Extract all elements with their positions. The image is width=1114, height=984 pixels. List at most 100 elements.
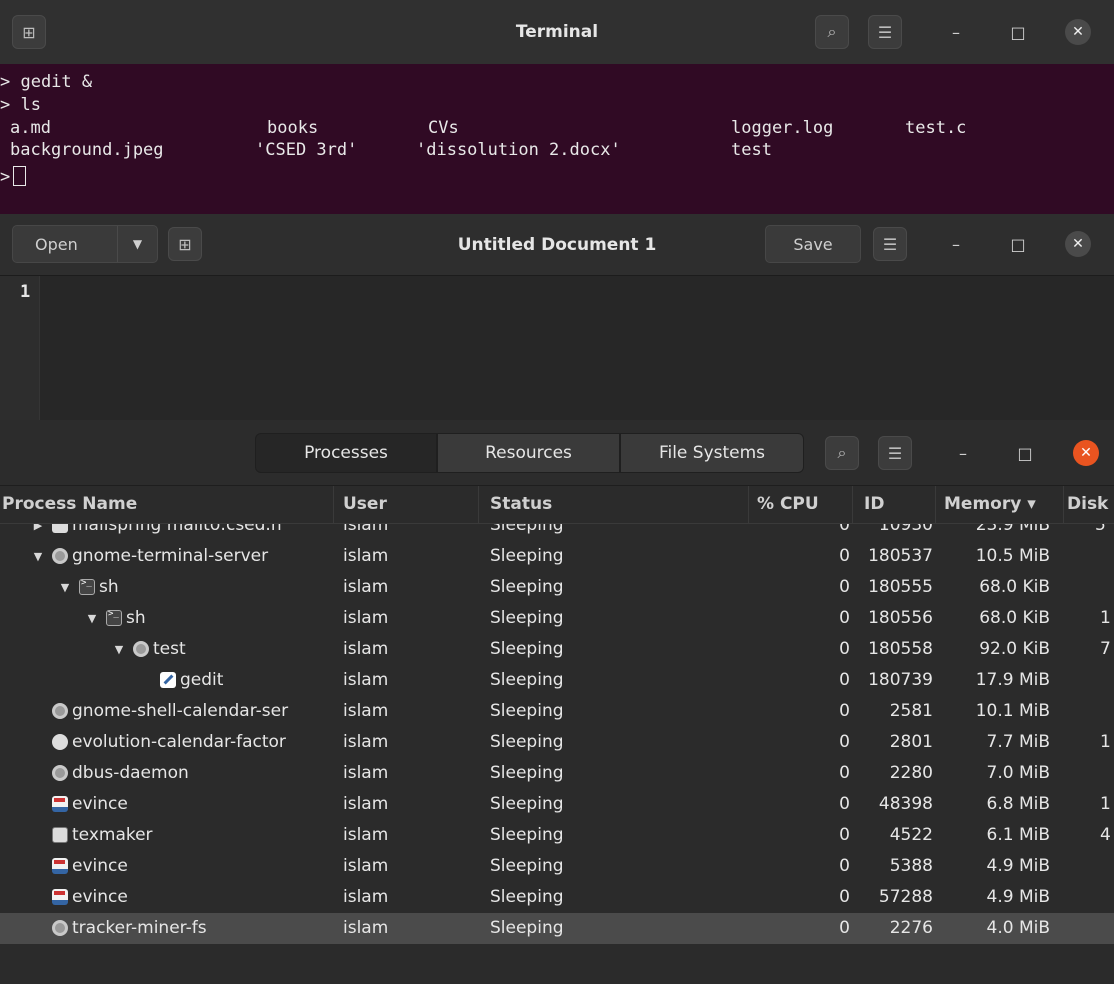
memory-cell: 6.1 MiB: [986, 825, 1051, 845]
column-user[interactable]: User: [343, 494, 387, 514]
status-cell: Sleeping: [490, 670, 564, 690]
chevron-down-icon[interactable]: ▼: [84, 612, 100, 625]
process-name-cell: evince: [30, 794, 330, 814]
process-name-cell: dbus-daemon: [30, 763, 330, 783]
chevron-down-icon[interactable]: ▼: [57, 581, 73, 594]
maximize-icon[interactable]: □: [1005, 19, 1031, 45]
id-cell: 10930: [878, 524, 933, 535]
column-cpu[interactable]: % CPU: [757, 494, 819, 514]
new-tab-icon[interactable]: ⊞: [12, 15, 46, 49]
process-name: texmaker: [72, 825, 153, 845]
minimize-icon[interactable]: –: [943, 19, 969, 45]
hamburger-menu-icon[interactable]: ☰: [878, 436, 912, 470]
ls-entry: test: [731, 140, 772, 160]
text-editor-area[interactable]: [41, 276, 1114, 434]
tab-processes[interactable]: Processes: [255, 433, 437, 473]
chevron-down-icon[interactable]: ▼: [117, 226, 157, 262]
user-cell: islam: [343, 524, 389, 535]
column-status[interactable]: Status: [490, 494, 552, 514]
table-row[interactable]: gedit islam Sleeping 0 180739 17.9 MiB: [0, 665, 1114, 696]
memory-cell: 10.5 MiB: [975, 546, 1050, 566]
table-row[interactable]: gnome-shell-calendar-ser islam Sleeping 0 25…: [0, 696, 1114, 727]
id-cell: 57288: [878, 887, 933, 907]
line-number-gutter: 1: [0, 276, 40, 434]
tab-file-systems[interactable]: File Systems: [620, 433, 804, 473]
cpu-cell: 0: [839, 546, 850, 566]
table-row[interactable]: ▶ mailspring mailto:csed.n islam Sleepin…: [0, 524, 1114, 541]
hamburger-menu-icon[interactable]: ☰: [868, 15, 902, 49]
id-cell: 4522: [889, 825, 933, 845]
ls-entry: logger.log: [731, 118, 834, 138]
maximize-icon[interactable]: □: [1012, 440, 1038, 466]
process-name-cell: gedit: [138, 670, 330, 690]
close-icon[interactable]: ✕: [1065, 231, 1091, 257]
search-icon[interactable]: ⌕: [825, 436, 859, 470]
cpu-cell: 0: [839, 639, 850, 659]
tab-resources[interactable]: Resources: [437, 433, 620, 473]
memory-cell: 17.9 MiB: [975, 670, 1050, 690]
process-name: gedit: [180, 670, 224, 690]
id-cell: 180739: [868, 670, 933, 690]
chevron-right-icon[interactable]: ▶: [30, 524, 46, 532]
cpu-cell: 0: [839, 763, 850, 783]
table-row[interactable]: evince islam Sleeping 0 57288 4.9 MiB: [0, 882, 1114, 913]
column-id[interactable]: ID: [864, 494, 884, 514]
table-row[interactable]: ▼ gnome-terminal-server islam Sleeping 0 1805…: [0, 541, 1114, 572]
minimize-icon[interactable]: –: [950, 440, 976, 466]
process-table[interactable]: ▶ mailspring mailto:csed.n islam Sleepin…: [0, 524, 1114, 984]
save-button[interactable]: Save: [765, 225, 861, 263]
chevron-down-icon[interactable]: ▼: [111, 643, 127, 656]
prompt-symbol: >: [0, 167, 11, 187]
terminal-titlebar[interactable]: ⊞ Terminal ⌕ ☰ – □ ✕: [0, 0, 1114, 64]
cpu-cell: 0: [839, 577, 850, 597]
table-row[interactable]: evince islam Sleeping 0 48398 6.8 MiB 1: [0, 789, 1114, 820]
id-cell: 180537: [868, 546, 933, 566]
maximize-icon[interactable]: □: [1005, 231, 1031, 257]
table-row[interactable]: ▼ sh islam Sleeping 0 180555 68.0 KiB: [0, 572, 1114, 603]
user-cell: islam: [343, 577, 389, 597]
id-cell: 180555: [868, 577, 933, 597]
process-table-header: Process Name User Status % CPU ID Memory…: [0, 486, 1114, 524]
status-cell: Sleeping: [490, 524, 564, 535]
process-name: gnome-shell-calendar-ser: [72, 701, 289, 721]
close-icon[interactable]: ✕: [1065, 19, 1091, 45]
table-row[interactable]: evolution-calendar-factor islam Sleeping 0 2…: [0, 727, 1114, 758]
table-row[interactable]: ▼ sh islam Sleeping 0 180556 68.0 KiB 1: [0, 603, 1114, 634]
memory-cell: 68.0 KiB: [979, 577, 1050, 597]
hamburger-menu-icon[interactable]: ☰: [873, 227, 907, 261]
user-cell: islam: [343, 918, 389, 938]
cpu-cell: 0: [839, 670, 850, 690]
cpu-cell: 0: [839, 856, 850, 876]
chevron-down-icon[interactable]: ▼: [30, 550, 46, 563]
column-process-name[interactable]: Process Name: [2, 494, 137, 514]
table-row[interactable]: evince islam Sleeping 0 5388 4.9 MiB: [0, 851, 1114, 882]
process-name: evolution-calendar-factor: [72, 732, 286, 752]
new-tab-icon[interactable]: ⊞: [168, 227, 202, 261]
column-disk[interactable]: Disk: [1067, 494, 1108, 514]
table-row[interactable]: ▼ test islam Sleeping 0 180558 92.0 KiB 7: [0, 634, 1114, 665]
cpu-cell: 0: [839, 887, 850, 907]
cpu-cell: 0: [839, 732, 850, 752]
process-name-cell: evince: [30, 887, 330, 907]
text-editor-icon: [160, 672, 176, 688]
open-button[interactable]: Open: [13, 235, 117, 254]
user-cell: islam: [343, 670, 389, 690]
process-name-cell: ▶ mailspring mailto:csed.n: [30, 524, 330, 535]
cpu-cell: 0: [839, 825, 850, 845]
table-row[interactable]: dbus-daemon islam Sleeping 0 2280 7.0 MiB: [0, 758, 1114, 789]
table-row[interactable]: tracker-miner-fs islam Sleeping 0 2276 4.0 Mi…: [0, 913, 1114, 944]
terminal-line: > gedit &: [0, 72, 93, 92]
memory-cell: 92.0 KiB: [979, 639, 1050, 659]
table-row[interactable]: texmaker islam Sleeping 0 4522 6.1 MiB 4: [0, 820, 1114, 851]
close-icon[interactable]: ✕: [1073, 440, 1099, 466]
evolution-icon: [52, 734, 68, 750]
column-memory[interactable]: Memory ▾: [944, 494, 1036, 514]
sysmon-titlebar[interactable]: Processes Resources File Systems ⌕ ☰ – □…: [0, 420, 1114, 486]
search-icon[interactable]: ⌕: [815, 15, 849, 49]
minimize-icon[interactable]: –: [943, 231, 969, 257]
terminal-output[interactable]: > gedit & > ls a.md books CVs logger.log…: [0, 66, 1114, 216]
user-cell: islam: [343, 701, 389, 721]
id-cell: 5388: [889, 856, 933, 876]
gedit-titlebar[interactable]: Open ▼ ⊞ Untitled Document 1 Save ☰ – □ …: [0, 214, 1114, 276]
memory-cell: 6.8 MiB: [986, 794, 1051, 814]
